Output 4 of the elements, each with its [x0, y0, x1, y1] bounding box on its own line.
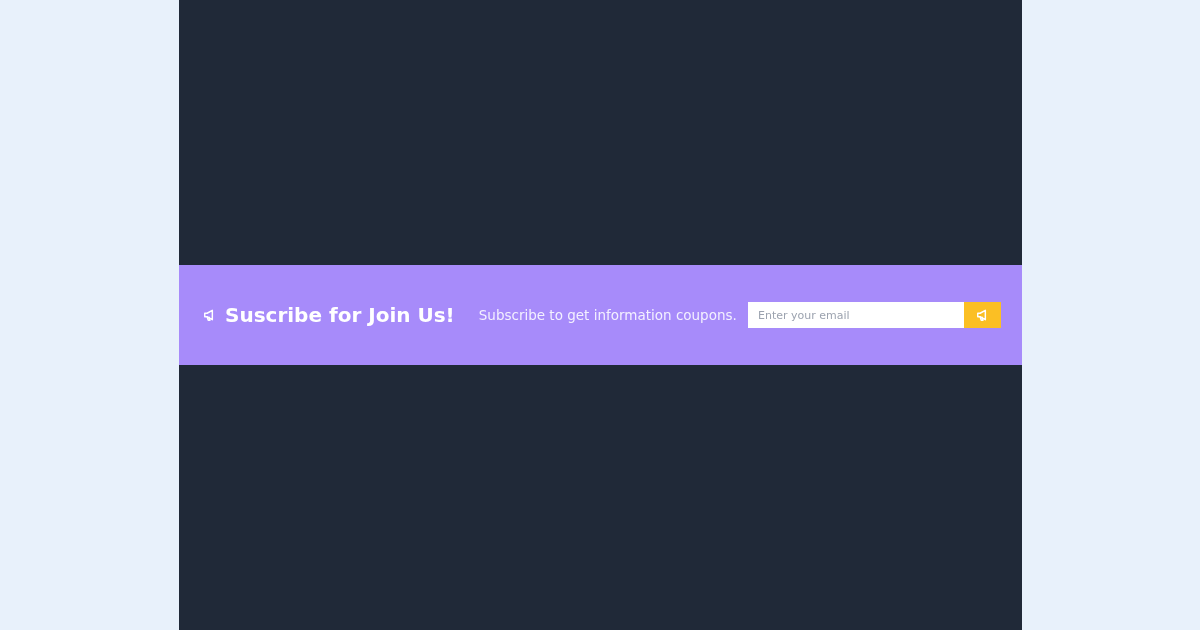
- banner-subtext: Subscribe to get information coupons.: [478, 305, 737, 325]
- banner-heading: Suscribe for Join Us!: [225, 302, 455, 329]
- subscribe-button[interactable]: [964, 302, 1001, 328]
- email-field[interactable]: Enter your email: [748, 302, 964, 328]
